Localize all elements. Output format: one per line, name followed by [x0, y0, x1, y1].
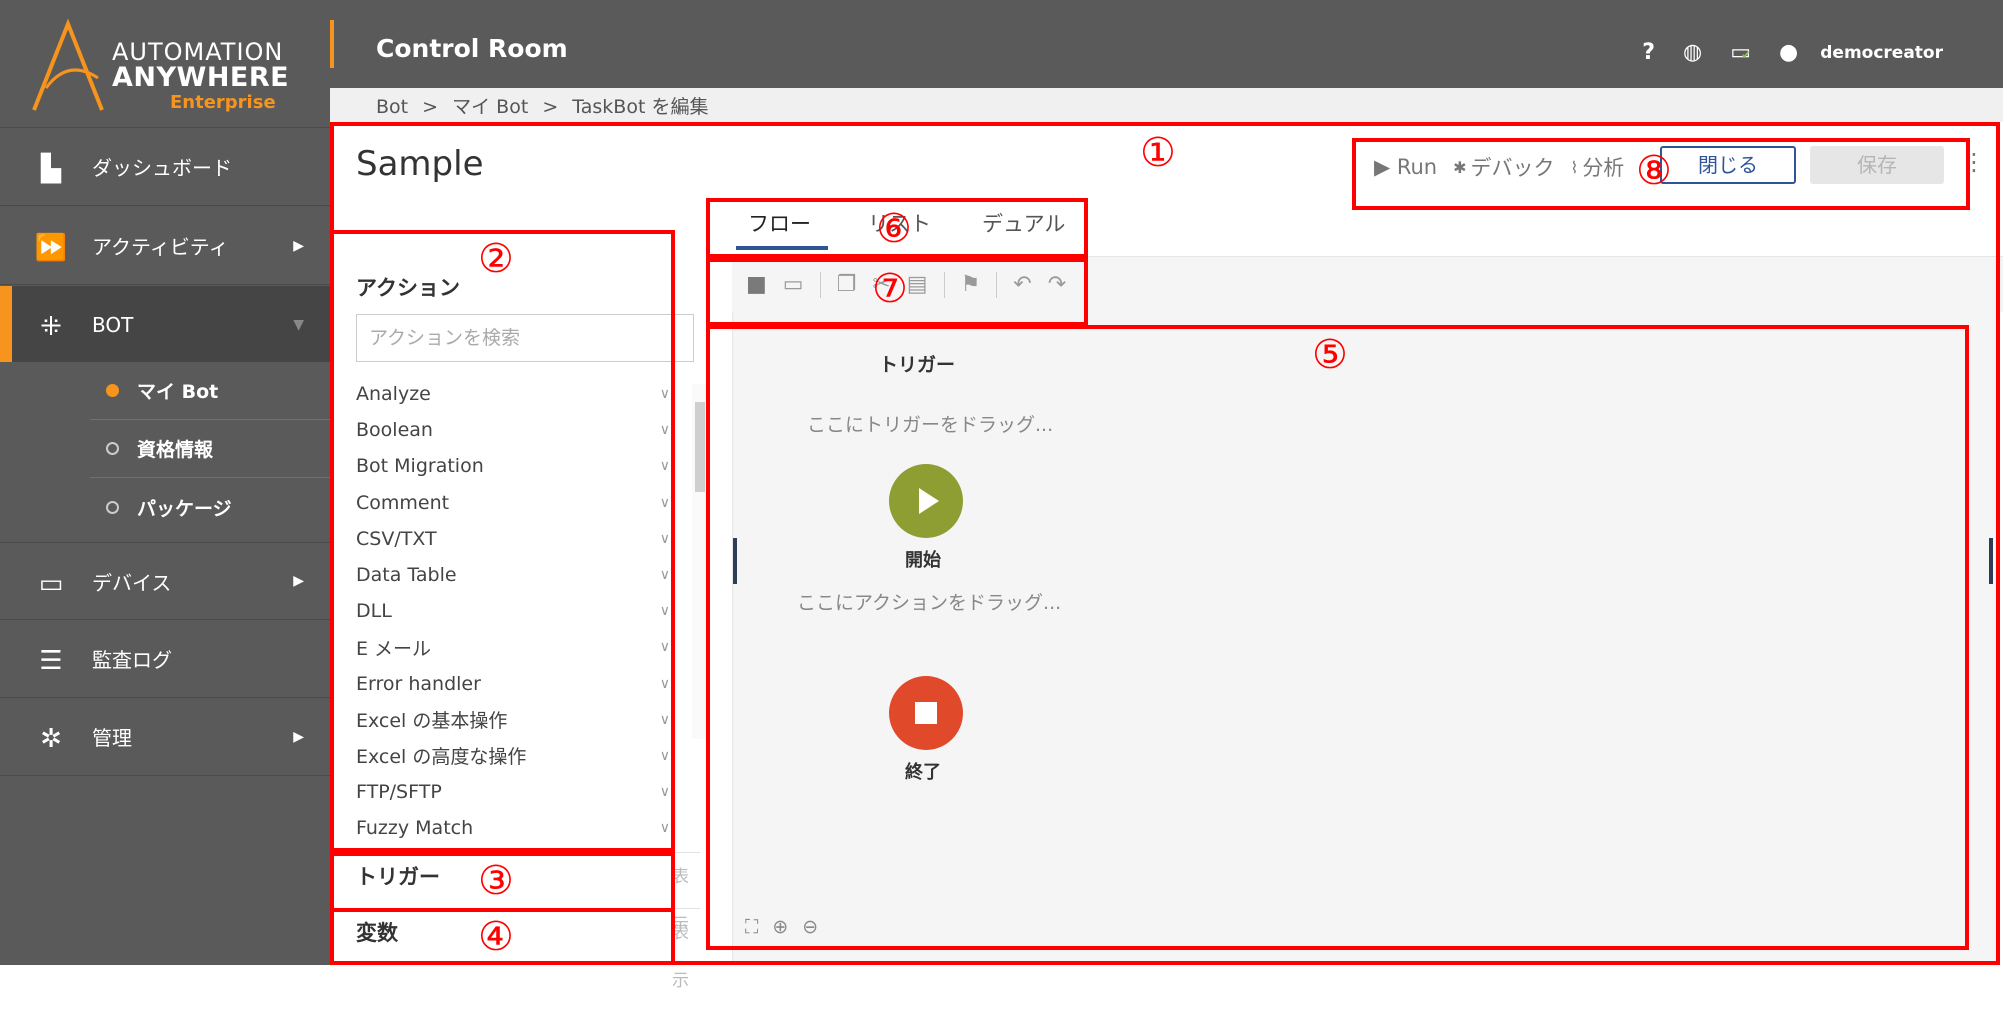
chevron-right-icon: ▶: [293, 573, 304, 589]
annotation-number-5: ⑤: [1312, 332, 1348, 378]
sidebar-item-dashboard[interactable]: ▙ ダッシュボード: [0, 128, 330, 206]
annotation-box-5: [706, 325, 1969, 950]
sidebar-item-label: 監査ログ: [92, 648, 172, 672]
sidebar: AUTOMATION ANYWHERE Enterprise ▙ ダッシュボード…: [0, 0, 330, 965]
top-header: Control Room ? ◍ ▭✔ ● democreator: [330, 0, 2003, 88]
chevron-down-icon: ▼: [293, 316, 304, 333]
active-dot-icon: [106, 384, 119, 397]
breadcrumb-bot[interactable]: Bot: [376, 96, 408, 118]
sidebar-item-label: 管理: [92, 726, 132, 750]
sidebar-item-label: アクティビティ: [92, 235, 229, 259]
annotation-number-6: ⑥: [876, 206, 912, 252]
annotation-number-3: ③: [478, 858, 514, 904]
breadcrumb-my-bot[interactable]: マイ Bot: [452, 96, 528, 118]
breadcrumb-separator: >: [542, 96, 559, 118]
dot-icon: [106, 500, 119, 514]
sidebar-item-label: BOT: [92, 312, 134, 337]
help-icon[interactable]: ?: [1642, 40, 1655, 65]
breadcrumb-separator: >: [422, 96, 439, 118]
device-icon: ▭: [38, 569, 64, 599]
chevron-right-icon: ▶: [293, 237, 304, 254]
annotation-number-2: ②: [478, 236, 514, 282]
logo-text-line3: Enterprise: [170, 92, 276, 113]
logo-text-line2: ANYWHERE: [112, 62, 290, 93]
device-status-icon[interactable]: ▭✔: [1730, 40, 1751, 65]
active-indicator: [0, 286, 12, 364]
sidebar-item-label: ダッシュボード: [92, 156, 232, 180]
submenu-item-my-bot[interactable]: マイ Bot: [90, 362, 330, 420]
header-accent: [330, 20, 334, 68]
dashboard-icon: ▙: [41, 154, 61, 184]
bot-icon: ⁜: [40, 312, 62, 342]
submenu-item-packages[interactable]: パッケージ: [90, 478, 330, 536]
user-icon[interactable]: ●: [1779, 40, 1798, 65]
sidebar-item-devices[interactable]: ▭ デバイス ▶: [0, 542, 330, 620]
control-room-window: { "logo": {"line1": "AUTOMATION", "line2…: [0, 0, 2003, 1013]
list-icon: ☰: [39, 646, 63, 676]
admin-gear-icon: ✲: [40, 724, 62, 754]
annotation-number-4: ④: [478, 914, 514, 960]
username[interactable]: democreator: [1820, 43, 1943, 63]
annotation-number-8: ⑧: [1636, 148, 1672, 194]
submenu-item-label: マイ Bot: [137, 381, 219, 403]
sidebar-item-admin[interactable]: ✲ 管理 ▶: [0, 698, 330, 776]
sidebar-item-activity[interactable]: ⏩ アクティビティ ▶: [0, 207, 330, 285]
submenu-item-label: パッケージ: [137, 497, 232, 520]
bot-submenu: マイ Bot 資格情報 パッケージ: [0, 362, 330, 538]
breadcrumb: Bot > マイ Bot > TaskBot を編集: [330, 88, 2003, 122]
header-icons: ? ◍ ▭✔ ● democreator: [1614, 40, 1943, 65]
logo-a-icon: [32, 18, 104, 111]
breadcrumb-edit: TaskBot を編集: [572, 96, 709, 118]
app-title: Control Room: [376, 34, 568, 63]
globe-icon[interactable]: ◍: [1683, 40, 1702, 65]
chevron-right-icon: ▶: [293, 728, 304, 745]
dot-icon: [106, 442, 119, 455]
annotation-box-2: [330, 230, 675, 852]
submenu-item-credentials[interactable]: 資格情報: [90, 420, 330, 478]
annotation-number-7: ⑦: [872, 266, 908, 312]
submenu-item-label: 資格情報: [137, 439, 214, 461]
automation-anywhere-logo: AUTOMATION ANYWHERE Enterprise: [0, 0, 330, 128]
activity-icon: ⏩: [34, 233, 68, 263]
annotation-number-1: ①: [1140, 130, 1176, 176]
sidebar-item-label: デバイス: [92, 570, 172, 595]
sidebar-item-audit-log[interactable]: ☰ 監査ログ: [0, 620, 330, 698]
sidebar-item-bot[interactable]: ⁜ BOT ▼: [0, 286, 330, 364]
